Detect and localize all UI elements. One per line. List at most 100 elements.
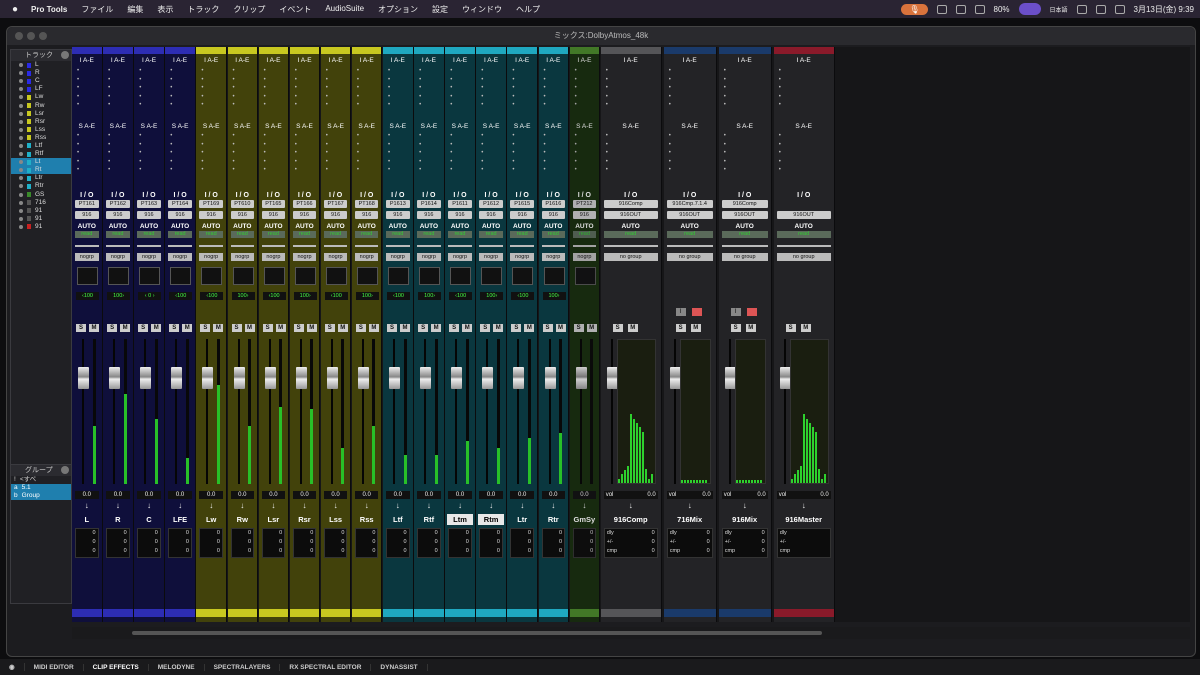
- minimize-button[interactable]: [27, 32, 35, 40]
- mute-button[interactable]: M: [627, 324, 638, 332]
- insert-slots[interactable]: • • • • •: [606, 67, 608, 110]
- solo-button[interactable]: S: [355, 324, 366, 332]
- input-selector[interactable]: PT163: [137, 200, 161, 208]
- solo-button[interactable]: S: [511, 324, 522, 332]
- automation-mode-selector[interactable]: read: [137, 231, 161, 238]
- automation-mode-selector[interactable]: read: [168, 231, 192, 238]
- volume-value[interactable]: 0.0: [417, 491, 441, 499]
- insert-slots[interactable]: • • • • •: [388, 67, 390, 110]
- automation-mode-selector[interactable]: read: [386, 231, 410, 238]
- track-list-item[interactable]: 91: [11, 215, 71, 223]
- output-selector[interactable]: 916: [75, 211, 99, 219]
- send-slots[interactable]: • • • • •: [295, 132, 297, 175]
- volume-fader[interactable]: [575, 367, 587, 389]
- volume-value[interactable]: 0.0: [448, 491, 472, 499]
- insert-slots[interactable]: • • • • •: [233, 67, 235, 110]
- volume-value[interactable]: 0.0: [354, 491, 379, 499]
- send-slots[interactable]: • • • • •: [779, 132, 781, 175]
- solo-button[interactable]: S: [169, 324, 180, 332]
- output-selector[interactable]: 916: [417, 211, 441, 219]
- solo-button[interactable]: S: [675, 324, 686, 332]
- menu-item[interactable]: トラック: [180, 4, 226, 15]
- record-button[interactable]: [691, 308, 702, 316]
- track-visibility-icon[interactable]: [19, 103, 23, 108]
- menu-item[interactable]: 表示: [150, 4, 180, 15]
- pan-display[interactable]: [543, 267, 565, 285]
- solo-button[interactable]: S: [107, 324, 118, 332]
- track-name[interactable]: L: [74, 514, 100, 525]
- microphone-indicator-icon[interactable]: 🎙: [901, 3, 928, 15]
- input-selector[interactable]: 916Comp: [721, 200, 768, 208]
- track-name[interactable]: Rtm: [478, 514, 504, 525]
- mute-button[interactable]: M: [745, 324, 756, 332]
- volume-value[interactable]: 0.0: [541, 491, 566, 499]
- horizontal-scrollbar[interactable]: [72, 627, 1190, 639]
- pan-value[interactable]: ‹100: [169, 292, 193, 300]
- input-selector[interactable]: P1616: [541, 200, 566, 208]
- track-name[interactable]: Ltr: [509, 514, 535, 525]
- pan-display[interactable]: [512, 267, 534, 285]
- insert-slots[interactable]: • • • • •: [77, 67, 79, 110]
- pan-display[interactable]: [325, 267, 347, 285]
- volume-value[interactable]: 0.0: [386, 491, 410, 499]
- volume-fader[interactable]: [171, 367, 183, 389]
- output-arrow-icon[interactable]: ↓: [134, 501, 164, 510]
- send-slots[interactable]: • • • • •: [357, 132, 359, 175]
- volume-fader[interactable]: [295, 367, 307, 389]
- output-selector[interactable]: 916: [230, 211, 255, 219]
- track-name[interactable]: C: [136, 514, 162, 525]
- output-selector[interactable]: 916: [292, 211, 317, 219]
- track-list-item[interactable]: LF: [11, 85, 71, 93]
- volume-value[interactable]: 0.0: [261, 491, 286, 499]
- group-selector[interactable]: nogrp: [199, 253, 223, 261]
- automation-mode-selector[interactable]: read: [603, 231, 658, 238]
- automation-mode-selector[interactable]: read: [572, 231, 597, 238]
- volume-value[interactable]: 0.0: [572, 491, 597, 499]
- group-selector[interactable]: nogrp: [386, 253, 410, 261]
- send-slots[interactable]: • • • • •: [419, 132, 421, 175]
- input-selector[interactable]: 916Comp: [603, 200, 658, 208]
- output-arrow-icon[interactable]: ↓: [259, 501, 289, 510]
- bottom-bar-icon[interactable]: ◉: [0, 663, 25, 671]
- insert-slots[interactable]: • • • • •: [419, 67, 421, 110]
- pan-value[interactable]: ‹100: [511, 292, 535, 300]
- send-slots[interactable]: • • • • •: [139, 132, 141, 175]
- insert-slots[interactable]: • • • • •: [779, 67, 781, 110]
- pan-display[interactable]: [574, 267, 596, 285]
- bluetooth-icon[interactable]: [974, 4, 985, 14]
- mute-button[interactable]: M: [337, 324, 348, 332]
- menu-item[interactable]: 編集: [120, 4, 150, 15]
- insert-slots[interactable]: • • • • •: [575, 67, 577, 110]
- output-arrow-icon[interactable]: ↓: [383, 501, 413, 510]
- output-arrow-icon[interactable]: ↓: [476, 501, 506, 510]
- app-menu[interactable]: Pro Tools: [24, 5, 74, 14]
- pan-display[interactable]: [108, 267, 130, 285]
- input-selector[interactable]: P1612: [479, 200, 503, 208]
- pan-value[interactable]: ‹100: [449, 292, 473, 300]
- track-visibility-icon[interactable]: [19, 143, 23, 148]
- output-selector[interactable]: 916: [261, 211, 286, 219]
- output-arrow-icon[interactable]: ↓: [719, 501, 771, 510]
- track-visibility-icon[interactable]: [19, 95, 23, 100]
- track-name[interactable]: 916Mix: [721, 514, 769, 525]
- input-selector[interactable]: PT167: [323, 200, 348, 208]
- group-selector[interactable]: nogrp: [230, 253, 255, 261]
- track-visibility-icon[interactable]: [19, 176, 23, 181]
- pan-display[interactable]: [481, 267, 503, 285]
- pan-value[interactable]: 100›: [293, 292, 317, 300]
- track-name[interactable]: Ltf: [385, 514, 411, 525]
- apple-menu-icon[interactable]: ●: [0, 4, 24, 15]
- mute-button[interactable]: M: [431, 324, 442, 332]
- input-selector[interactable]: PT165: [261, 200, 286, 208]
- group-selector[interactable]: nogrp: [261, 253, 286, 261]
- group-selector[interactable]: nogrp: [292, 253, 317, 261]
- group-selector[interactable]: nogrp: [75, 253, 99, 261]
- menu-item[interactable]: クリップ: [226, 4, 272, 15]
- input-selector[interactable]: PT168: [354, 200, 379, 208]
- pan-display[interactable]: [170, 267, 192, 285]
- mute-button[interactable]: M: [213, 324, 224, 332]
- group-selector[interactable]: no group: [603, 253, 658, 261]
- solo-button[interactable]: S: [542, 324, 553, 332]
- automation-mode-selector[interactable]: read: [448, 231, 472, 238]
- pan-display[interactable]: [450, 267, 472, 285]
